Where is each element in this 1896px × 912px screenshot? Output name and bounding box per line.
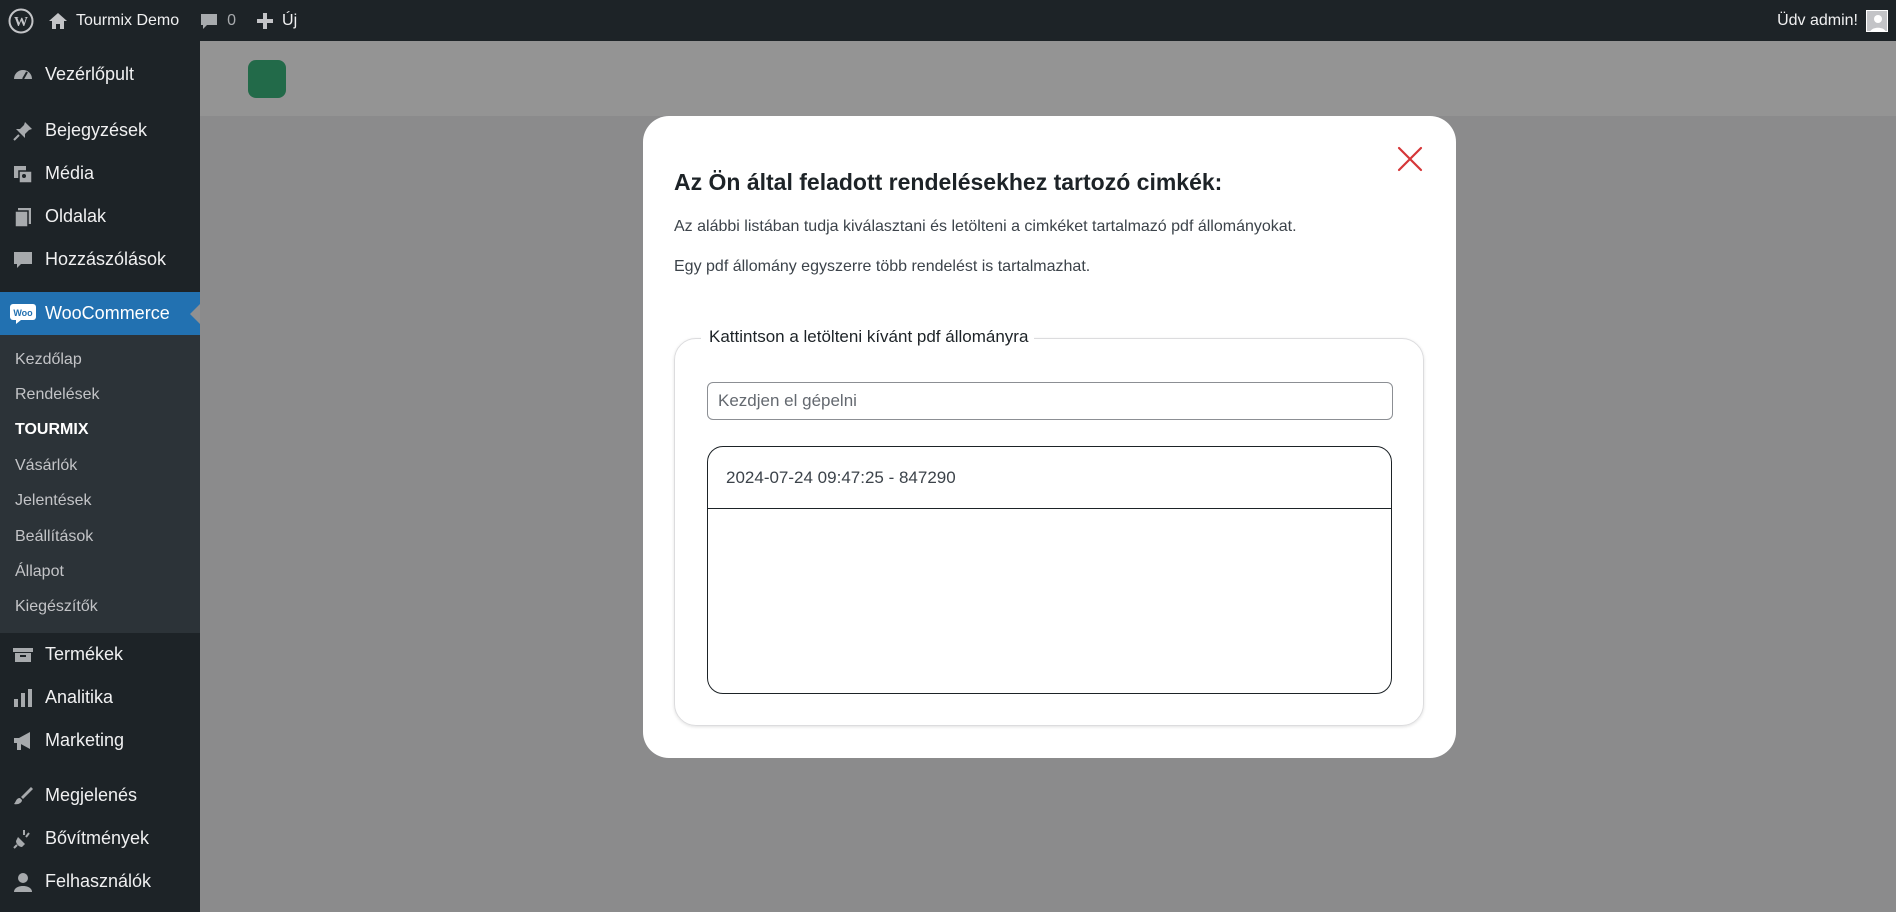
modal-note: Egy pdf állomány egyszerre több rendelés… <box>674 258 1091 275</box>
megaphone-icon <box>10 728 36 754</box>
wordpress-logo-icon[interactable]: W <box>0 0 44 41</box>
menu-label: Oldalak <box>45 206 107 226</box>
submenu-item-customers[interactable]: Vásárlók <box>0 448 200 483</box>
pin-icon <box>10 118 36 144</box>
comment-icon <box>199 11 219 31</box>
labels-modal: Az Ön által feladott rendelésekhez tarto… <box>643 116 1456 758</box>
new-label: Új <box>282 11 298 29</box>
woocommerce-submenu: Kezdőlap Rendelések TOURMIX Vásárlók Jel… <box>0 335 200 634</box>
menu-label: Analitika <box>45 687 114 708</box>
admin-bar: W Tourmix Demo 0 Új Üdv admin! <box>0 0 1896 41</box>
modal-description: Az alábbi listában tudja kiválasztani és… <box>674 218 1297 235</box>
dashboard-icon <box>10 62 36 88</box>
menu-products[interactable]: Termékek <box>0 633 200 676</box>
menu-media[interactable]: Média <box>0 152 200 195</box>
my-account-link[interactable]: Üdv admin! <box>1767 0 1896 41</box>
menu-analytics[interactable]: Analitika <box>0 676 200 719</box>
chart-icon <box>10 685 36 711</box>
svg-text:W: W <box>14 15 28 30</box>
greeting: Üdv admin! <box>1777 11 1858 29</box>
plugin-icon <box>10 826 36 852</box>
menu-dashboard[interactable]: Vezérlőpult <box>0 53 200 96</box>
pdf-download-fieldset: Kattintson a letölteni kívánt pdf állomá… <box>674 327 1424 726</box>
menu-appearance[interactable]: Megjelenés <box>0 774 200 817</box>
archive-icon <box>10 642 36 668</box>
menu-label: Megjelenés <box>45 785 138 806</box>
submenu-item-extensions[interactable]: Kiegészítők <box>0 590 200 625</box>
submenu-item-home[interactable]: Kezdőlap <box>0 342 200 377</box>
media-icon <box>10 161 36 187</box>
menu-label: Marketing <box>45 730 125 751</box>
menu-label: Hozzászólások <box>45 249 167 269</box>
pdf-search-input[interactable] <box>707 382 1393 420</box>
menu-label: Felhasználók <box>45 871 152 892</box>
site-name-link[interactable]: Tourmix Demo <box>44 0 189 41</box>
menu-label: Termékek <box>45 644 124 665</box>
submenu-item-orders[interactable]: Rendelések <box>0 377 200 412</box>
user-icon <box>10 869 36 895</box>
submenu-item-tourmix[interactable]: TOURMIX <box>0 413 200 448</box>
pdf-list: 2024-07-24 09:47:25 - 847290 <box>707 446 1392 694</box>
menu-label: Vezérlőpult <box>45 64 135 84</box>
admin-sidebar: Vezérlőpult Bejegyzések Média Oldalak Ho… <box>0 41 200 912</box>
close-icon[interactable] <box>1394 143 1426 175</box>
menu-label: Média <box>45 163 95 183</box>
comments-link[interactable]: 0 <box>189 0 246 41</box>
woocommerce-icon: Woo <box>10 301 36 327</box>
submenu-item-settings[interactable]: Beállítások <box>0 519 200 554</box>
home-icon <box>48 11 68 31</box>
menu-pages[interactable]: Oldalak <box>0 195 200 238</box>
menu-label: Bejegyzések <box>45 120 148 140</box>
comments-count: 0 <box>227 11 237 29</box>
menu-posts[interactable]: Bejegyzések <box>0 109 200 152</box>
menu-label: Bővítmények <box>45 828 150 849</box>
menu-comments[interactable]: Hozzászólások <box>0 238 200 281</box>
menu-label: WooCommerce <box>45 303 170 323</box>
new-content-link[interactable]: Új <box>246 0 307 41</box>
avatar <box>1866 9 1888 32</box>
site-name: Tourmix Demo <box>76 11 180 29</box>
page-icon <box>10 204 36 230</box>
comment-icon <box>10 247 36 273</box>
brush-icon <box>10 783 36 809</box>
submenu-item-status[interactable]: Állapot <box>0 554 200 589</box>
submenu-item-reports[interactable]: Jelentések <box>0 484 200 519</box>
menu-marketing[interactable]: Marketing <box>0 719 200 762</box>
modal-title: Az Ön által feladott rendelésekhez tarto… <box>674 169 1223 195</box>
menu-woocommerce[interactable]: Woo WooCommerce <box>0 292 200 335</box>
svg-text:Woo: Woo <box>13 308 33 318</box>
menu-users[interactable]: Felhasználók <box>0 860 200 903</box>
plus-icon <box>256 12 274 30</box>
menu-plugins[interactable]: Bővítmények <box>0 817 200 860</box>
fieldset-legend: Kattintson a letölteni kívánt pdf állomá… <box>701 327 1035 347</box>
list-item[interactable]: 2024-07-24 09:47:25 - 847290 <box>708 447 1391 509</box>
